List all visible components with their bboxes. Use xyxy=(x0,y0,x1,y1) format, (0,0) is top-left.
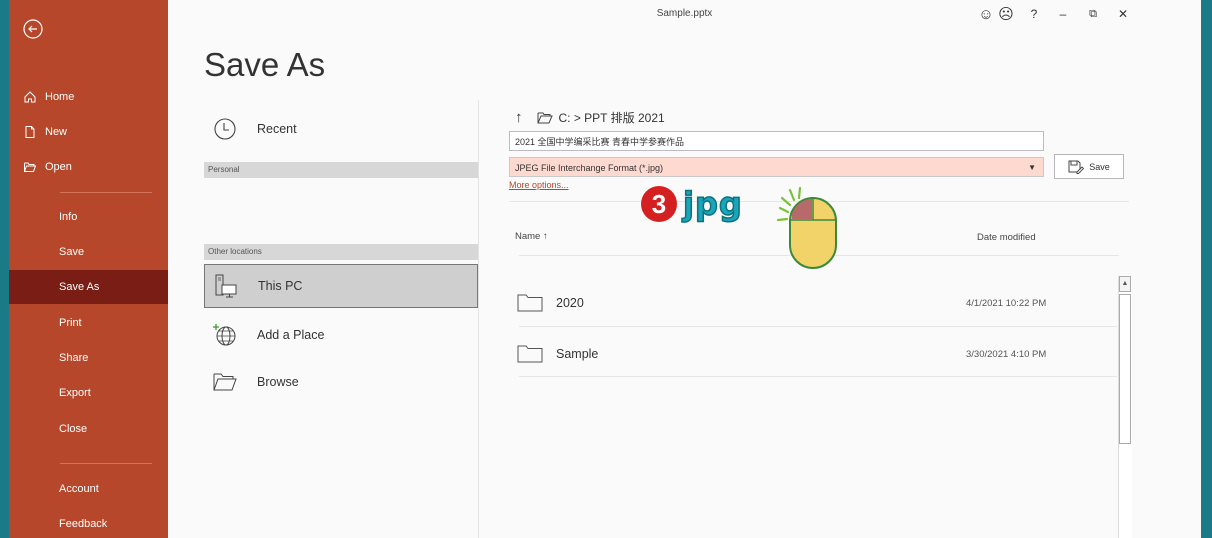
nav-item-label: Export xyxy=(59,387,91,399)
file-name: 2020 xyxy=(556,296,584,310)
clock-icon xyxy=(212,116,238,142)
file-type-value: JPEG File Interchange Format (*.jpg) xyxy=(515,163,664,173)
section-header-personal: Personal xyxy=(204,162,478,178)
save-locations-panel: Recent Personal Other locations This PC … xyxy=(204,108,478,538)
title-bar: Sample.pptx ☺ ☹ ? – ⧉ ✕ xyxy=(168,0,1201,26)
location-this-pc[interactable]: This PC xyxy=(204,264,478,308)
nav-item-label: Feedback xyxy=(59,518,108,530)
file-date: 4/1/2021 10:22 PM xyxy=(966,298,1047,309)
location-label: Recent xyxy=(257,122,297,136)
mouse-click-icon xyxy=(776,186,846,272)
nav-item-save-as[interactable]: Save As xyxy=(9,270,168,304)
new-file-icon xyxy=(22,124,38,140)
restore-icon: ⧉ xyxy=(1089,7,1097,20)
page-title: Save As xyxy=(204,46,326,83)
help-icon: ? xyxy=(1030,7,1038,21)
nav-item-open[interactable]: Open xyxy=(9,150,168,184)
location-label: Add a Place xyxy=(257,328,325,342)
file-name: Sample xyxy=(556,347,599,361)
folder-icon xyxy=(517,294,543,312)
breadcrumb: ↑ C: > PPT 排版 2021 xyxy=(515,109,665,126)
filename-input[interactable]: 2021 全国中学编采比赛 青春中学参赛作品 xyxy=(509,131,1044,151)
scroll-thumb[interactable] xyxy=(1119,294,1131,444)
save-icon xyxy=(1068,160,1085,174)
nav-item-label: Save xyxy=(59,246,85,258)
divider xyxy=(519,376,1117,377)
nav-item-label: Save As xyxy=(59,281,100,293)
file-browser-panel: ↑ C: > PPT 排版 2021 2021 全国中学编采比赛 青春中学参赛作… xyxy=(509,100,1132,538)
section-header-other: Other locations xyxy=(204,244,478,260)
nav-item-label: New xyxy=(45,126,68,138)
window-title: Sample.pptx xyxy=(656,8,713,19)
nav-item-label: Open xyxy=(45,161,72,173)
back-arrow-icon[interactable] xyxy=(22,18,44,40)
scroll-up-arrow-icon[interactable]: ▲ xyxy=(1119,276,1131,292)
file-type-select[interactable]: JPEG File Interchange Format (*.jpg) ▼ xyxy=(509,157,1044,177)
smile-icon: ☺ xyxy=(978,5,994,23)
list-item[interactable]: Sample 3/30/2021 4:10 PM xyxy=(509,329,1109,379)
nav-item-label: Home xyxy=(45,91,75,103)
column-header-name[interactable]: Name ↑ xyxy=(515,231,548,242)
nav-item-new[interactable]: New xyxy=(9,115,168,149)
nav-item-info[interactable]: Info xyxy=(9,200,168,234)
close-window-button[interactable]: ✕ xyxy=(1113,6,1133,22)
open-folder-icon xyxy=(22,159,38,175)
vertical-scrollbar[interactable]: ▲ xyxy=(1118,276,1132,538)
minimize-button[interactable]: – xyxy=(1053,6,1073,22)
column-header-date[interactable]: Date modified xyxy=(977,232,1036,243)
minimize-icon: – xyxy=(1059,7,1067,21)
panel-divider xyxy=(478,100,479,538)
nav-item-feedback[interactable]: Feedback xyxy=(9,507,168,538)
restore-button[interactable]: ⧉ xyxy=(1083,6,1103,22)
home-icon xyxy=(22,89,38,105)
folder-open-icon xyxy=(212,369,238,395)
file-date: 3/30/2021 4:10 PM xyxy=(966,349,1047,360)
current-path[interactable]: C: > PPT 排版 2021 xyxy=(559,109,665,126)
tutorial-annotation: 3 jpg xyxy=(641,184,743,224)
up-arrow-icon[interactable]: ↑ xyxy=(515,109,523,126)
computer-icon xyxy=(213,273,239,299)
nav-item-label: Share xyxy=(59,352,89,364)
frown-icon: ☹ xyxy=(998,6,1014,23)
help-button[interactable]: ? xyxy=(1024,6,1044,22)
save-button[interactable]: Save xyxy=(1054,154,1124,179)
annotation-text: jpg xyxy=(682,184,743,224)
nav-item-account[interactable]: Account xyxy=(9,472,168,506)
more-options-link[interactable]: More options... xyxy=(509,180,569,190)
nav-divider xyxy=(60,192,152,193)
powerpoint-window: Home New Open Info Save Save As Print Sh… xyxy=(9,0,1201,538)
smile-feedback-button[interactable]: ☺ xyxy=(976,5,996,23)
list-item[interactable]: 2020 4/1/2021 10:22 PM xyxy=(509,278,1109,328)
nav-divider xyxy=(60,463,152,464)
location-label: Browse xyxy=(257,375,299,389)
location-label: This PC xyxy=(258,279,303,293)
nav-item-label: Print xyxy=(59,317,82,329)
folder-icon xyxy=(537,112,553,124)
location-recent[interactable]: Recent xyxy=(204,108,478,150)
nav-item-print[interactable]: Print xyxy=(9,306,168,340)
nav-item-label: Info xyxy=(59,211,78,223)
nav-item-close[interactable]: Close xyxy=(9,412,168,446)
divider xyxy=(519,326,1117,327)
frown-feedback-button[interactable]: ☹ xyxy=(996,6,1016,23)
save-label: Save xyxy=(1089,161,1110,172)
nav-item-export[interactable]: Export xyxy=(9,376,168,410)
backstage-nav: Home New Open Info Save Save As Print Sh… xyxy=(9,0,168,538)
chevron-down-icon: ▼ xyxy=(1028,163,1036,172)
location-add-place[interactable]: Add a Place xyxy=(204,314,478,356)
nav-item-label: Close xyxy=(59,423,88,435)
close-icon: ✕ xyxy=(1117,7,1129,21)
nav-item-label: Account xyxy=(59,483,99,495)
step-number-badge: 3 xyxy=(641,186,677,222)
location-browse[interactable]: Browse xyxy=(204,361,478,403)
nav-item-share[interactable]: Share xyxy=(9,341,168,375)
nav-item-home[interactable]: Home xyxy=(9,80,168,114)
folder-icon xyxy=(517,345,543,363)
globe-add-icon xyxy=(212,322,238,348)
nav-item-save[interactable]: Save xyxy=(9,235,168,269)
